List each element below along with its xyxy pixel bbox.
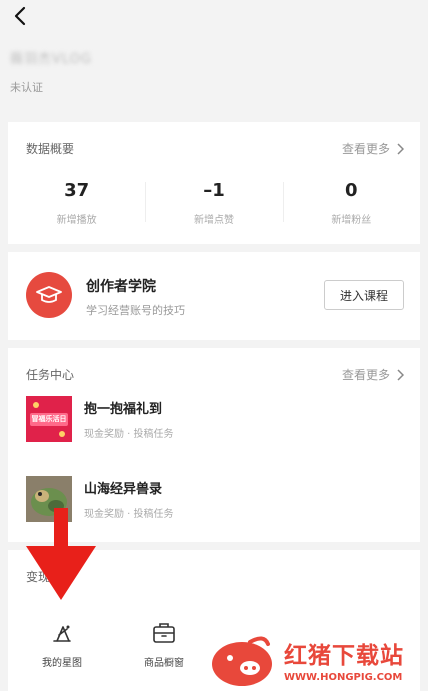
task-thumb-text: 冒福乐活日: [31, 415, 67, 423]
more-label: 查看更多: [341, 368, 390, 382]
watermark-text: 红猪下载站 WWW.HONGPIG.COM: [284, 636, 404, 683]
stat-value: 37: [64, 180, 90, 201]
star-map-icon: [30, 620, 94, 646]
back-arrow-icon: [14, 6, 26, 26]
stat-likes[interactable]: –1 新增点赞: [145, 180, 282, 226]
stat-label: 新增粉丝: [331, 215, 372, 226]
stat-plays[interactable]: 37 新增播放: [8, 180, 145, 226]
stats-row: 37 新增播放 –1 新增点赞 0 新增粉丝: [8, 180, 420, 226]
back-button[interactable]: [8, 4, 32, 28]
red-down-arrow-icon: [26, 508, 96, 600]
watermark-name: 红猪下载站: [284, 643, 404, 669]
task-center-header: 任务中心 查看更多: [26, 366, 404, 383]
task-center-more-link[interactable]: 查看更多: [342, 366, 404, 383]
task-thumbnail: 冒福乐活日: [26, 396, 72, 442]
data-overview-title: 数据概要: [26, 142, 75, 156]
task-center-title: 任务中心: [26, 368, 75, 382]
creator-academy-card[interactable]: 创作者学院 学习经营账号的技巧 进入课程: [8, 252, 420, 340]
task-title: 山海经异兽录: [84, 482, 163, 497]
chevron-right-icon: [397, 368, 404, 381]
data-overview-more-link[interactable]: 查看更多: [342, 140, 404, 157]
task-title: 抱一抱福礼到: [84, 402, 163, 417]
stat-value: –1: [203, 180, 225, 201]
verification-status: 未认证: [10, 81, 43, 94]
academy-subtitle: 学习经营账号的技巧: [86, 304, 185, 317]
stat-value: 0: [345, 180, 358, 201]
chevron-right-icon: [397, 142, 404, 155]
stat-label: 新增播放: [56, 215, 97, 226]
stat-label: 新增点赞: [193, 215, 234, 226]
data-overview-card: 数据概要 查看更多 37 新增播放 –1 新增点赞 0 新增粉丝: [8, 122, 420, 244]
watermark: 红猪下载站 WWW.HONGPIG.COM: [206, 628, 428, 691]
graduation-cap-icon: [26, 272, 72, 318]
tool-label: 我的星图: [42, 658, 82, 669]
watermark-url: WWW.HONGPIG.COM: [284, 672, 403, 683]
stat-followers[interactable]: 0 新增粉丝: [282, 180, 420, 226]
tool-shop-window[interactable]: 商品橱窗: [132, 620, 196, 669]
profile-name: 薇羽杰VLOG: [10, 52, 92, 67]
data-overview-header: 数据概要 查看更多: [26, 140, 404, 157]
academy-title: 创作者学院: [86, 279, 156, 295]
task-info: 抱一抱福礼到 现金奖励 · 投稿任务: [84, 398, 174, 440]
tool-star-map[interactable]: 我的星图: [30, 620, 94, 669]
shop-window-icon: [132, 620, 196, 646]
profile-header: 薇羽杰VLOG 未认证: [10, 48, 92, 95]
enter-course-button[interactable]: 进入课程: [324, 280, 404, 310]
more-label: 查看更多: [341, 142, 390, 156]
pig-logo-icon: [212, 636, 272, 686]
task-item[interactable]: 冒福乐活日 抱一抱福礼到 现金奖励 · 投稿任务: [26, 396, 174, 442]
tool-label: 商品橱窗: [144, 658, 184, 669]
task-subtitle: 现金奖励 · 投稿任务: [84, 429, 174, 440]
top-bar: [0, 0, 428, 36]
